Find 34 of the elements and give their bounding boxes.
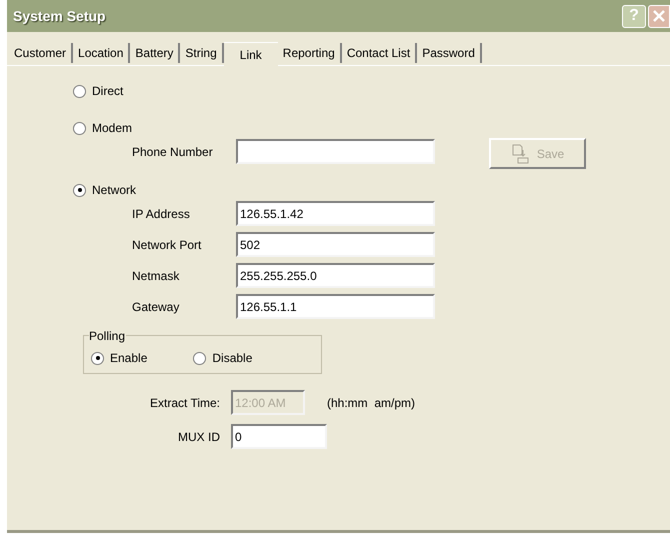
connection-option[interactable]: Direct	[73, 82, 473, 100]
close-icon	[653, 10, 665, 22]
input-field[interactable]: 126.55.1.42	[236, 201, 435, 226]
tab[interactable]: Link	[224, 42, 278, 66]
field-label: Network Port	[132, 236, 202, 254]
tab[interactable]: Location	[73, 43, 130, 63]
tab[interactable]: Battery	[130, 43, 180, 63]
polling-option[interactable]: Enable	[91, 349, 148, 367]
radio-button[interactable]	[73, 184, 86, 196]
field-label: MUX ID	[177, 428, 221, 446]
tab[interactable]: Customer	[9, 43, 74, 63]
connection-option[interactable]: Network	[73, 181, 473, 199]
input-field[interactable]: 255.255.255.0	[236, 263, 435, 288]
input-field[interactable]: 0	[231, 424, 327, 449]
input-field[interactable]	[236, 139, 435, 164]
radio-button[interactable]	[193, 352, 206, 364]
input-field[interactable]: 502	[236, 232, 435, 257]
format-hint: (hh:mm am/pm)	[327, 394, 416, 412]
radio-button[interactable]	[73, 84, 86, 98]
field-label: Netmask	[132, 268, 180, 284]
radio-button[interactable]	[73, 122, 86, 134]
input-field[interactable]: 126.55.1.1	[236, 294, 435, 319]
field-label: IP Address	[132, 206, 191, 222]
field-label: Extract Time:	[148, 394, 221, 412]
window-title: System Setup	[13, 6, 106, 26]
close-button[interactable]	[648, 4, 670, 28]
polling-option[interactable]: Disable	[193, 349, 252, 367]
field-label: Gateway	[132, 298, 180, 316]
radio-button[interactable]	[91, 352, 104, 364]
tab[interactable]: Reporting	[278, 43, 342, 63]
tab[interactable]: Contact List	[342, 43, 418, 63]
tab[interactable]: Password	[417, 43, 482, 63]
field-label: Phone Number	[132, 144, 214, 160]
connection-option[interactable]: Modem	[73, 119, 473, 137]
